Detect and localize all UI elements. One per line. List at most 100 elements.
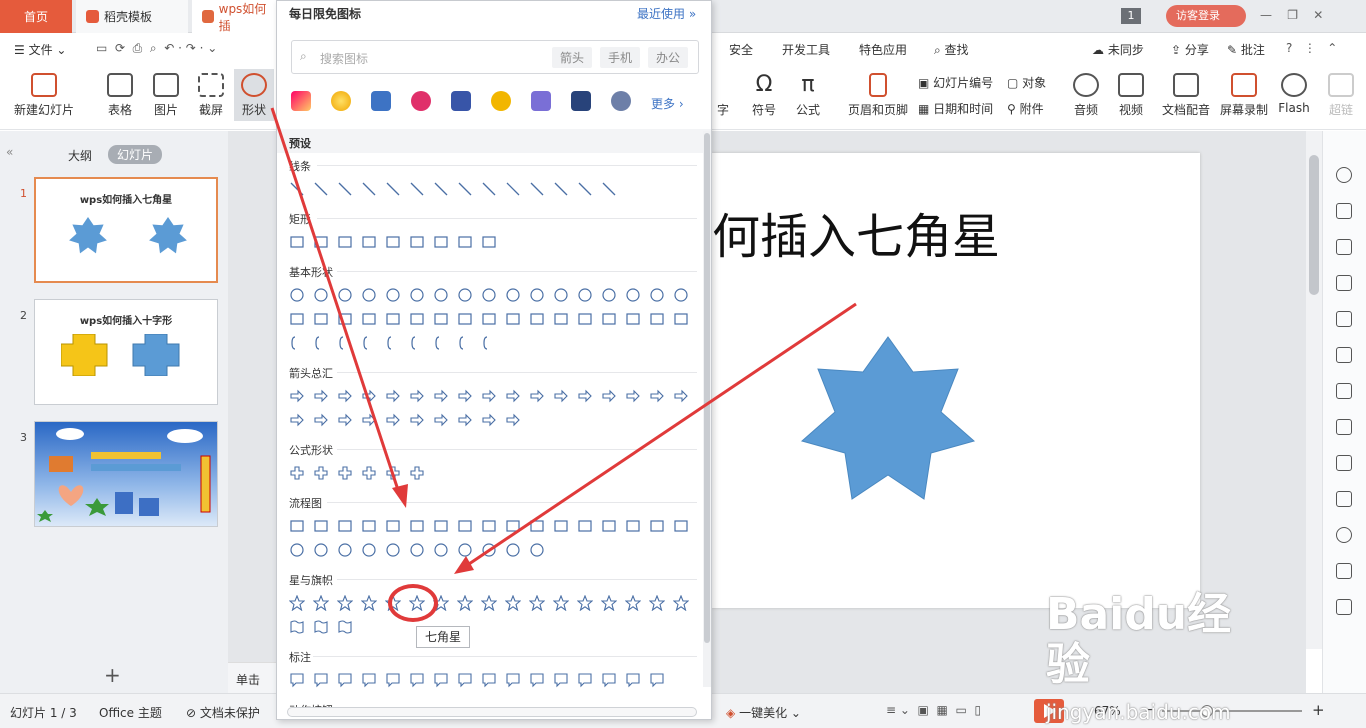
flash-button[interactable]: Flash [1276, 73, 1312, 115]
shape-option[interactable] [429, 538, 453, 562]
image-icon[interactable] [1336, 419, 1352, 435]
heart-pulse-icon[interactable] [411, 91, 431, 111]
shape-option[interactable] [405, 283, 429, 307]
file-menu[interactable]: ☰ 文件 ⌄ [14, 41, 66, 58]
menu-search[interactable]: ⌕ 查找 [934, 41, 969, 58]
shape-option[interactable] [381, 408, 405, 432]
slide-thumbnail-2[interactable]: wps如何插入十字形 [34, 299, 218, 405]
fill-icon[interactable] [1336, 275, 1352, 291]
slide-thumbnail-3[interactable] [34, 421, 218, 527]
settings-icon[interactable] [1336, 383, 1352, 399]
shape-option[interactable] [357, 177, 381, 201]
notes-pane[interactable]: 单击 [228, 662, 276, 693]
audio-button[interactable]: 音频 [1068, 73, 1104, 118]
shape-option[interactable] [645, 591, 669, 615]
shape-option[interactable] [477, 408, 501, 432]
shape-option[interactable] [549, 177, 573, 201]
shape-option[interactable] [621, 384, 645, 408]
shape-option[interactable] [501, 283, 525, 307]
shape-option[interactable] [597, 283, 621, 307]
symbol-button[interactable]: Ω 符号 [746, 73, 782, 118]
doc-voiceover-button[interactable]: 文档配音 [1160, 73, 1212, 118]
shape-option[interactable] [501, 591, 525, 615]
shape-option[interactable] [429, 230, 453, 254]
shape-option[interactable] [477, 283, 501, 307]
shape-option[interactable] [549, 283, 573, 307]
shape-option[interactable] [453, 668, 477, 692]
slide-canvas[interactable]: 何插入七角星 [712, 153, 1200, 608]
shape-option[interactable] [333, 615, 357, 639]
panel-scrollbar-thumb[interactable] [704, 133, 710, 643]
shape-option[interactable] [309, 668, 333, 692]
shape-option[interactable] [429, 384, 453, 408]
tab-outline[interactable]: 大纲 [68, 147, 92, 164]
beautify-button[interactable]: ◈ 一键美化 ⌄ [726, 704, 801, 721]
shape-option[interactable] [285, 230, 309, 254]
audio-icon[interactable] [1336, 527, 1352, 543]
shape-option[interactable] [357, 591, 381, 615]
shape-option[interactable] [405, 514, 429, 538]
magnifier-icon[interactable] [611, 91, 631, 111]
shape-option[interactable] [621, 283, 645, 307]
chip-phone[interactable]: 手机 [600, 47, 641, 68]
menu-devtools[interactable]: 开发工具 [782, 41, 830, 58]
shape-option[interactable] [669, 514, 693, 538]
scrollbar-thumb[interactable] [1309, 155, 1319, 295]
share-button[interactable]: ⇪ 分享 [1171, 41, 1209, 58]
share-icon[interactable] [1336, 455, 1352, 471]
shape-option[interactable] [309, 307, 333, 331]
trophy-icon[interactable] [531, 91, 551, 111]
shape-option[interactable] [453, 408, 477, 432]
shape-option[interactable] [381, 538, 405, 562]
shape-option[interactable] [429, 331, 453, 355]
help-icon[interactable]: ? ⋮ ⌃ [1286, 41, 1337, 55]
shape-option[interactable] [645, 514, 669, 538]
shape-option[interactable] [453, 307, 477, 331]
theme-name[interactable]: Office 主题 [99, 704, 162, 721]
shape-option[interactable] [285, 307, 309, 331]
shape-option[interactable] [549, 307, 573, 331]
object-button[interactable]: ▢ 对象 [1007, 74, 1046, 91]
shape-option[interactable] [645, 384, 669, 408]
collapse-icon[interactable]: « [6, 145, 13, 159]
shape-option[interactable] [357, 230, 381, 254]
shape-option[interactable] [357, 514, 381, 538]
shape-option[interactable] [573, 307, 597, 331]
shape-option[interactable] [333, 307, 357, 331]
shape-option[interactable] [621, 514, 645, 538]
pen-icon[interactable] [1336, 599, 1352, 615]
shape-option[interactable] [309, 461, 333, 485]
shape-option[interactable] [669, 384, 693, 408]
heptagram-shape[interactable] [798, 335, 978, 501]
picture-icon[interactable] [1336, 491, 1352, 507]
shape-option[interactable] [357, 668, 381, 692]
shape-option[interactable] [621, 307, 645, 331]
tab-daoke[interactable]: 稻壳模板 [76, 0, 188, 33]
shape-option[interactable] [309, 538, 333, 562]
shape-option[interactable] [477, 668, 501, 692]
shape-option[interactable] [333, 283, 357, 307]
shape-option[interactable] [597, 307, 621, 331]
shape-option[interactable] [333, 408, 357, 432]
menu-security[interactable]: 安全 [729, 41, 753, 58]
document-icon[interactable] [571, 91, 591, 111]
shape-option[interactable] [597, 591, 621, 615]
shape-option[interactable] [285, 461, 309, 485]
menu-special-app[interactable]: 特色应用 [859, 41, 907, 58]
shield-icon[interactable] [1336, 563, 1352, 579]
shape-option[interactable] [501, 514, 525, 538]
shape-option[interactable] [597, 668, 621, 692]
tab-home[interactable]: 首页 [0, 0, 72, 33]
shape-option[interactable] [381, 177, 405, 201]
shape-option[interactable] [645, 307, 669, 331]
shape-option[interactable] [285, 283, 309, 307]
slide-thumbnail-1[interactable]: wps如何插入七角星 [34, 177, 218, 283]
shape-option[interactable] [333, 331, 357, 355]
shape-option[interactable] [477, 384, 501, 408]
shape-option[interactable] [549, 668, 573, 692]
shape-option[interactable] [477, 307, 501, 331]
screen-record-button[interactable]: 屏幕录制 [1218, 73, 1270, 118]
shape-option[interactable] [453, 538, 477, 562]
shape-option[interactable] [573, 177, 597, 201]
shape-option[interactable] [381, 230, 405, 254]
